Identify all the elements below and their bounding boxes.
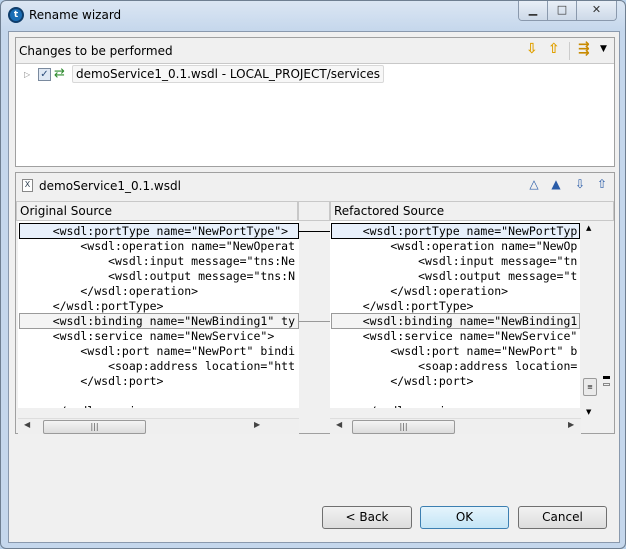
original-source-editor[interactable]: <wsdl:portType name="NewPortType"> <wsdl… bbox=[18, 221, 299, 408]
code-line: <wsdl:input message="tns:Ne bbox=[25, 254, 296, 268]
scroll-left-icon[interactable]: ◀ bbox=[336, 420, 342, 429]
code-line: <wsdl:portType name="NewPortType"> bbox=[25, 224, 289, 238]
change-item-label[interactable]: demoService1_0.1.wsdl - LOCAL_PROJECT/se… bbox=[72, 65, 384, 83]
code-line: <wsdl:operation name="NewOp bbox=[335, 239, 578, 253]
code-line: <wsdl:portType name="NewPortTyp bbox=[335, 224, 578, 238]
code-line: <wsdl:operation name="NewOperat bbox=[25, 239, 296, 253]
view-menu-dropdown-icon[interactable]: ▼ bbox=[600, 44, 607, 54]
previous-change-icon[interactable]: ⇧ bbox=[594, 177, 610, 193]
window-title: Rename wizard bbox=[29, 8, 122, 22]
maximize-button[interactable]: □ bbox=[547, 1, 577, 20]
code-line: </wsdl:service> bbox=[25, 404, 157, 408]
code-line: <wsdl:input message="tn bbox=[335, 254, 578, 268]
diff-connector-gutter bbox=[299, 221, 330, 424]
window-controls: ▁ □ ✕ bbox=[518, 1, 617, 21]
code-line: </wsdl:portType> bbox=[25, 299, 164, 313]
code-line: </wsdl:port> bbox=[25, 374, 164, 388]
dialog-client: Changes to be performed ⇩ ⇧ ⇶ ▼ ▷ ✓ ⇄ de… bbox=[8, 31, 620, 543]
ruler-marker bbox=[603, 383, 610, 386]
wsdl-change-icon: ⇄ bbox=[54, 66, 65, 81]
scroll-right-icon[interactable]: ▶ bbox=[254, 420, 260, 429]
next-change-icon[interactable]: ⇩ bbox=[526, 41, 538, 57]
next-difference-icon[interactable]: △ bbox=[526, 177, 542, 193]
rename-wizard-window: t Rename wizard ▁ □ ✕ Changes to be perf… bbox=[0, 0, 626, 549]
back-button[interactable]: < Back bbox=[322, 506, 412, 529]
original-horizontal-scrollbar[interactable]: ◀ ||| ▶ bbox=[18, 418, 299, 434]
code-line: </wsdl:operation> bbox=[335, 284, 509, 298]
code-line: <wsdl:service name="NewService"> bbox=[25, 329, 275, 343]
filter-changes-icon[interactable]: ⇶ bbox=[578, 41, 590, 57]
diff-connector-line bbox=[299, 231, 330, 232]
preview-panel: X demoService1_0.1.wsdl △ ▲ ⇩ ⇧ Original… bbox=[15, 172, 615, 434]
toolbar-separator bbox=[569, 42, 570, 60]
ruler-marker bbox=[603, 376, 610, 379]
code-line: </wsdl:service> bbox=[335, 404, 467, 408]
refactored-source-title: Refactored Source bbox=[334, 204, 445, 218]
code-line: <soap:address location= bbox=[335, 359, 578, 373]
minimize-button[interactable]: ▁ bbox=[519, 1, 548, 20]
code-line: <wsdl:output message="tns:N bbox=[25, 269, 296, 283]
code-line: <wsdl:port name="NewPort" bindi bbox=[25, 344, 296, 358]
scroll-up-icon[interactable]: ▲ bbox=[586, 224, 591, 232]
overview-ruler[interactable] bbox=[599, 221, 614, 424]
cancel-button[interactable]: Cancel bbox=[518, 506, 607, 529]
code-line: </wsdl:port> bbox=[335, 374, 474, 388]
app-icon: t bbox=[8, 7, 24, 23]
code-line: <wsdl:service name="NewService" bbox=[335, 329, 578, 343]
code-line: <wsdl:binding name="NewBinding1 bbox=[335, 314, 578, 328]
refactored-source-editor[interactable]: <wsdl:portType name="NewPortTyp <wsdl:op… bbox=[330, 221, 580, 408]
xml-file-icon: X bbox=[22, 179, 33, 192]
previous-change-icon[interactable]: ⇧ bbox=[548, 41, 560, 57]
changes-title: Changes to be performed bbox=[19, 44, 173, 58]
previous-difference-icon[interactable]: ▲ bbox=[548, 177, 564, 193]
changes-panel: Changes to be performed ⇩ ⇧ ⇶ ▼ ▷ ✓ ⇄ de… bbox=[15, 37, 615, 167]
horizontal-scroll-thumb[interactable]: ||| bbox=[352, 420, 455, 434]
horizontal-scroll-thumb[interactable]: ||| bbox=[43, 420, 146, 434]
code-line: </wsdl:operation> bbox=[25, 284, 199, 298]
refactored-source-header: Refactored Source bbox=[330, 201, 614, 221]
code-line: <wsdl:port name="NewPort" b bbox=[335, 344, 578, 358]
vertical-scroll-thumb[interactable]: ≡ bbox=[583, 378, 597, 396]
preview-file-name: demoService1_0.1.wsdl bbox=[39, 179, 181, 193]
expand-arrow-icon[interactable]: ▷ bbox=[24, 70, 30, 79]
changes-header: Changes to be performed ⇩ ⇧ ⇶ ▼ bbox=[16, 38, 614, 64]
refactored-horizontal-scrollbar[interactable]: ◀ ||| ▶ bbox=[330, 418, 581, 434]
code-line: </wsdl:portType> bbox=[335, 299, 474, 313]
close-button[interactable]: ✕ bbox=[576, 1, 616, 20]
original-source-title: Original Source bbox=[20, 204, 112, 218]
next-change-icon[interactable]: ⇩ bbox=[572, 177, 588, 193]
original-source-header: Original Source bbox=[16, 201, 298, 221]
ok-button[interactable]: OK bbox=[420, 506, 509, 529]
code-line: <wsdl:output message="t bbox=[335, 269, 578, 283]
diff-connector-line bbox=[299, 321, 330, 322]
center-gutter-header bbox=[298, 201, 330, 221]
vertical-scrollbar[interactable]: ▲ ≡ ▼ bbox=[581, 221, 599, 424]
code-line: <soap:address location="htt bbox=[25, 359, 296, 373]
scroll-left-icon[interactable]: ◀ bbox=[24, 420, 30, 429]
scroll-down-icon[interactable]: ▼ bbox=[586, 408, 591, 416]
code-line: <wsdl:binding name="NewBinding1" ty bbox=[25, 314, 296, 328]
change-checkbox[interactable]: ✓ bbox=[38, 68, 51, 81]
scroll-right-icon[interactable]: ▶ bbox=[568, 420, 574, 429]
